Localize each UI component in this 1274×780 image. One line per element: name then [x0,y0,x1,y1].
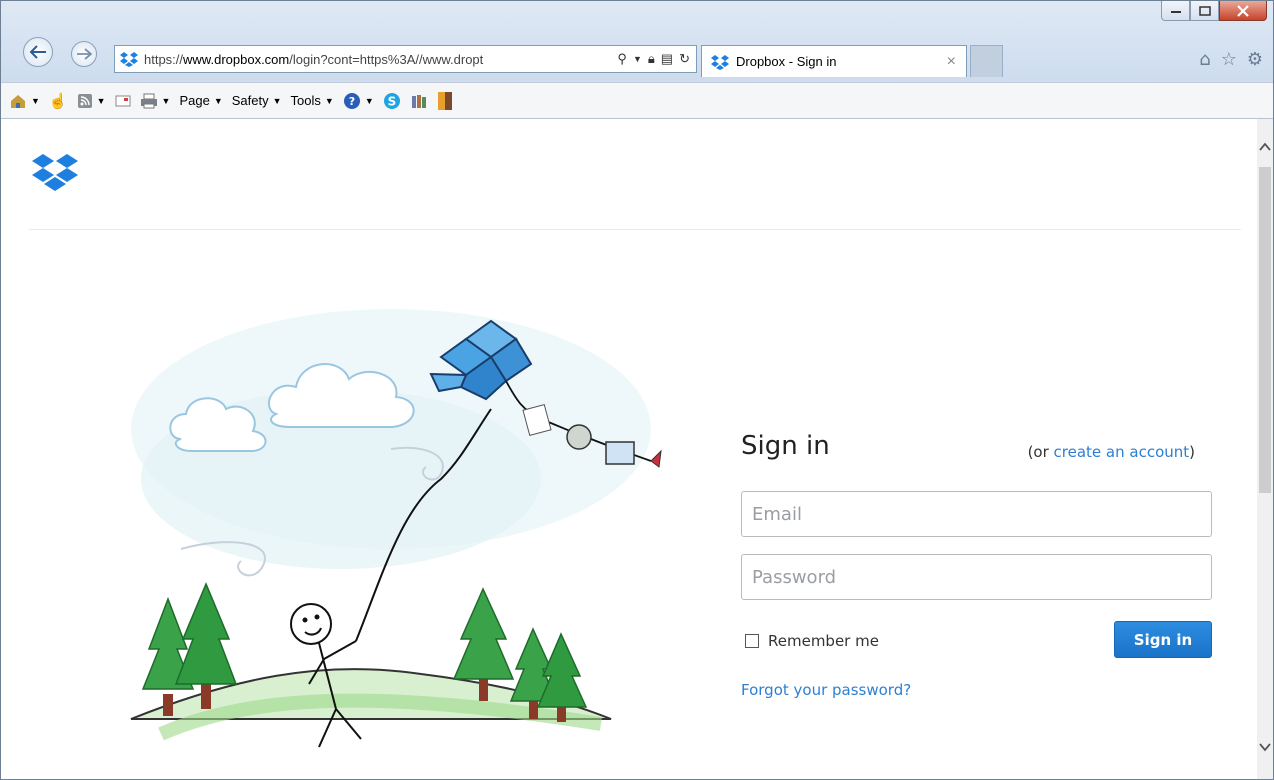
page-menu-label: Page [179,93,210,108]
hand-icon: ☝ [48,92,68,110]
tools-menu-label: Tools [290,93,321,108]
scroll-up-icon[interactable] [1258,141,1272,153]
email-field[interactable] [741,491,1212,537]
home-icon[interactable]: ⌂ [1199,49,1210,70]
tab-close-icon[interactable]: × [947,53,956,71]
safety-menu[interactable]: Safety ▼ [232,93,282,108]
settings-gear-icon[interactable]: ⚙ [1247,49,1263,70]
kite-illustration [130,309,662,748]
command-bar: ▼ ☝ ▼ ▼ Page ▼ Safety ▼ Tools ▼ ? ▼ S [1,82,1273,119]
url-prefix: https:// [144,51,184,67]
close-icon [1237,4,1249,17]
remember-me-checkbox[interactable] [745,634,759,648]
mail-cmd-button[interactable] [115,95,131,107]
home-icon [11,94,25,108]
or-suffix: ) [1189,443,1195,461]
rss-feed-icon [77,93,92,108]
maximize-button[interactable] [1190,1,1219,21]
dropbox-favicon-icon [120,52,138,67]
minimize-icon [1170,10,1181,13]
dropdown-icon: ▼ [324,95,334,106]
url-domain: www.dropbox.com [183,51,290,67]
create-account-link[interactable]: create an account [1054,443,1190,461]
refresh-icon[interactable]: ↻ [679,51,690,67]
dropdown-icon: ▼ [364,95,374,106]
skype-cmd-button[interactable]: S [383,92,401,110]
compatibility-icon[interactable]: ▤ [661,51,673,67]
svg-text:S: S [387,94,396,108]
url-text: https://www.dropbox.com/login?cont=https… [144,52,617,67]
window-controls [1161,1,1267,25]
minimize-button[interactable] [1161,1,1190,21]
forgot-password-link[interactable]: Forgot your password? [741,681,911,699]
research-books-icon [411,94,426,108]
dropbox-login-page: Sign in (or create an account) Remember … [1,119,1257,779]
back-button[interactable] [23,37,53,67]
address-bar[interactable]: https://www.dropbox.com/login?cont=https… [114,45,697,73]
back-arrow-icon [29,45,46,59]
forward-arrow-icon [77,48,92,60]
safety-menu-label: Safety [231,93,269,108]
address-bar-icons: ⚲ ▼ 🔒︎ ▤ ↻ [617,51,696,67]
scroll-down-icon[interactable] [1258,741,1272,753]
close-button[interactable] [1219,1,1267,21]
dropdown-icon: ▼ [96,95,106,106]
print-cmd-button[interactable]: ▼ [140,93,171,109]
remember-me-label: Remember me [768,632,879,650]
forward-button[interactable] [71,41,97,67]
dropdown-icon: ▼ [213,95,223,106]
remember-me[interactable]: Remember me [745,632,879,650]
dropdown-icon: ▼ [272,95,282,106]
feeds-cmd-button[interactable]: ▼ [77,93,106,109]
hand-cmd-button[interactable]: ☝ [49,92,68,110]
password-field[interactable] [741,554,1212,600]
maximize-icon [1198,5,1211,16]
favorites-star-icon[interactable]: ☆ [1221,49,1237,70]
browser-chrome: https://www.dropbox.com/login?cont=https… [1,1,1273,82]
search-icon[interactable]: ⚲ [617,51,627,67]
url-rest: /login?cont=https%3A//www.dropt [289,51,484,67]
create-account-text: (or create an account) [1028,443,1195,461]
home-cmd-button[interactable]: ▼ [9,93,40,109]
page-menu[interactable]: Page ▼ [179,93,222,108]
notebook-icon [437,91,452,110]
signin-title: Sign in [741,431,830,461]
printer-icon [140,93,157,108]
dropdown-icon: ▼ [31,95,40,106]
signin-button[interactable]: Sign in [1114,621,1212,658]
tab-dropbox-sign-in[interactable]: Dropbox - Sign in × [701,45,967,77]
help-menu[interactable]: ? ▼ [343,92,374,110]
onenote-cmd-button[interactable] [437,91,453,111]
browser-window: https://www.dropbox.com/login?cont=https… [0,0,1274,780]
svg-text:?: ? [349,95,355,108]
dropdown-icon[interactable]: ▼ [633,51,642,67]
or-prefix: (or [1027,443,1054,461]
help-icon: ? [343,92,360,109]
skype-icon: S [383,92,400,109]
browser-right-icons: ⌂ ☆ ⚙ [1199,49,1263,70]
tab-title: Dropbox - Sign in [736,54,837,69]
new-tab-button[interactable] [970,45,1003,77]
tools-menu[interactable]: Tools ▼ [291,93,334,108]
dropbox-tab-icon [711,54,729,70]
mail-icon [115,95,131,106]
scrollbar-thumb[interactable] [1259,167,1271,493]
header-divider [29,229,1241,230]
research-cmd-button[interactable] [410,92,428,110]
dropdown-icon: ▼ [161,95,171,106]
lock-icon[interactable]: 🔒︎ [648,51,655,67]
dropbox-logo-icon[interactable] [31,151,79,199]
